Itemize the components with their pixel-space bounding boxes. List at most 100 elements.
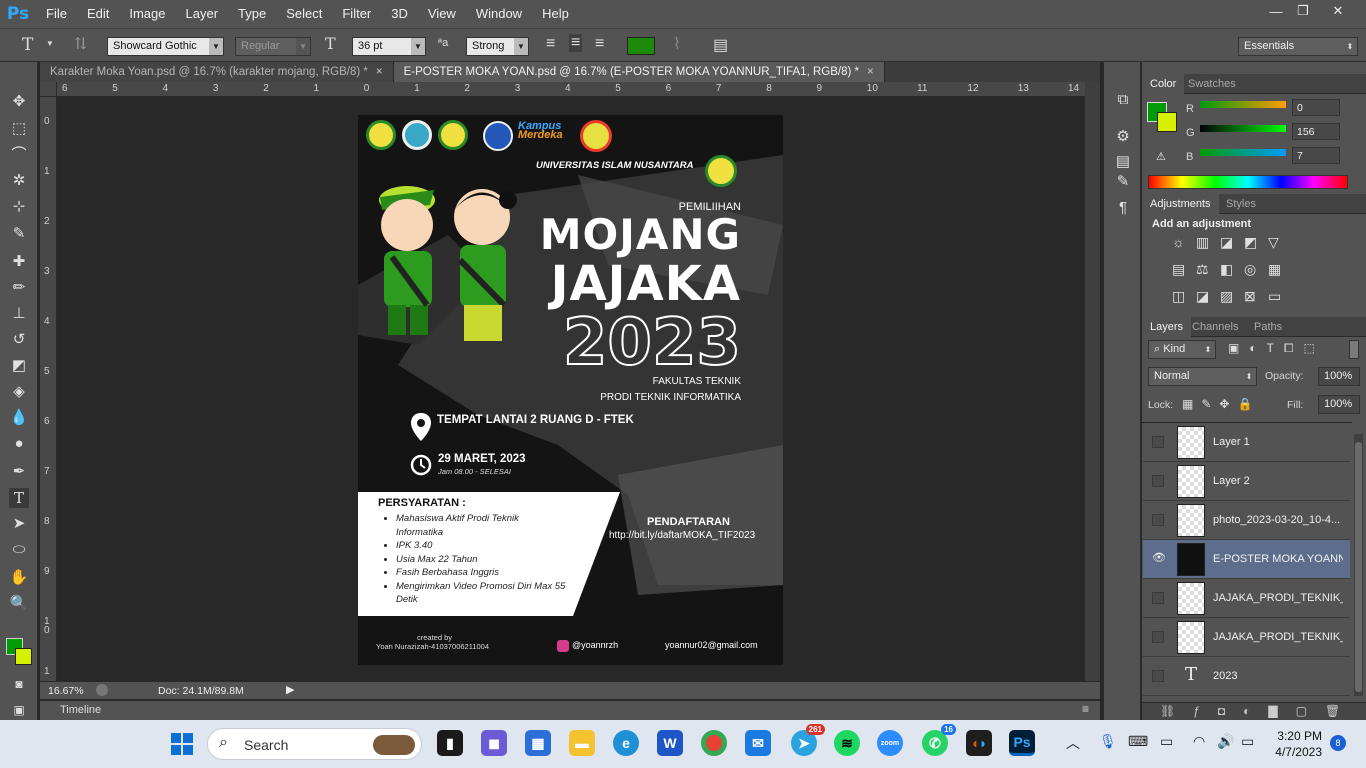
hand-tool-icon[interactable]: ✋ — [9, 568, 29, 588]
mail-icon[interactable]: ✉ — [745, 730, 771, 756]
notification-count-badge[interactable]: 8 — [1330, 735, 1346, 751]
photoshop-taskbar-icon[interactable]: Ps — [1009, 730, 1035, 756]
warp-text-icon[interactable]: ⌇ — [673, 34, 681, 54]
history-brush-tool-icon[interactable]: ↺ — [9, 330, 29, 350]
eraser-tool-icon[interactable]: ◩ — [9, 356, 29, 376]
antialias-select[interactable]: Strong ▼ — [466, 37, 529, 56]
type-tool-icon[interactable]: T — [22, 35, 33, 55]
adjustment-icon[interactable]: ◩ — [1244, 234, 1257, 251]
character-panel-icon[interactable]: ▤ — [713, 35, 728, 55]
layer-row[interactable]: T 2023 — [1143, 657, 1350, 696]
align-right-icon[interactable]: ≡ — [595, 35, 604, 53]
layer-filter-icons[interactable]: ▣◐T⧠⬚ — [1228, 341, 1325, 356]
visibility-toggle[interactable] — [1152, 514, 1164, 526]
b-value[interactable]: 7 — [1292, 147, 1340, 164]
menu-3d[interactable]: 3D — [381, 0, 418, 28]
fill-input[interactable]: 100% — [1318, 395, 1360, 414]
history-panel-icon[interactable]: ⧉ — [1113, 90, 1133, 110]
screen-mode-icon[interactable]: ▣ — [9, 700, 29, 720]
adjustment-icon[interactable]: ◪ — [1220, 234, 1233, 251]
tab-adjustments[interactable]: Adjustments — [1142, 194, 1219, 214]
microphone-icon[interactable]: 🎙 — [1099, 733, 1117, 750]
microsoft-store-icon[interactable]: ▦ — [525, 730, 551, 756]
adjustment-icon[interactable]: ▥ — [1196, 234, 1209, 251]
menu-image[interactable]: Image — [119, 0, 175, 28]
adjustment-icon[interactable]: ▤ — [1172, 261, 1185, 278]
workspace-select[interactable]: Essentials ⬍ — [1238, 37, 1358, 56]
tab-paths[interactable]: Paths — [1246, 317, 1290, 337]
move-tool-icon[interactable]: ✥ — [9, 92, 29, 112]
text-orientation-icon[interactable]: ⇅ — [74, 34, 87, 53]
tool-preset-arrow-icon[interactable]: ▼ — [46, 39, 54, 48]
menu-file[interactable]: File — [36, 0, 77, 28]
adjustment-icon[interactable]: ▽ — [1268, 234, 1279, 251]
layer-filter-select[interactable]: ⌕ Kind ⬍ — [1148, 340, 1216, 359]
battery-icon[interactable]: ▭ — [1241, 733, 1254, 750]
zoom-tool-icon[interactable]: 🔍 — [9, 594, 29, 614]
tab-swatches[interactable]: Swatches — [1180, 74, 1244, 94]
status-menu-arrow-icon[interactable]: ▶ — [286, 683, 294, 696]
layer-row[interactable]: 👁 E-POSTER MOKA YOANN... — [1143, 540, 1350, 579]
eyedropper-tool-icon[interactable]: ✎ — [9, 224, 29, 244]
visibility-toggle[interactable] — [1152, 592, 1164, 604]
menu-view[interactable]: View — [418, 0, 466, 28]
marquee-tool-icon[interactable]: ⬚ — [9, 119, 29, 139]
tab-karakter-moka[interactable]: Karakter Moka Yoan.psd @ 16.7% (karakter… — [40, 62, 394, 82]
timeline-label[interactable]: Timeline — [60, 704, 101, 716]
close-tab-icon[interactable]: × — [867, 66, 874, 78]
close-tab-icon[interactable]: × — [376, 66, 383, 78]
layer-row[interactable]: Layer 1 — [1143, 423, 1350, 462]
gamut-warning-icon[interactable]: ⚠ — [1156, 150, 1166, 163]
tab-styles[interactable]: Styles — [1218, 194, 1264, 214]
layer-row[interactable]: JAJAKA_PRODI_TEKNIK_... — [1143, 618, 1350, 657]
spotify-icon[interactable]: ≋ — [834, 730, 860, 756]
font-family-select[interactable]: Showcard Gothic ▼ — [107, 37, 224, 56]
volume-icon[interactable]: 🔊 — [1217, 733, 1234, 750]
clock-time[interactable]: 3:20 PM — [1272, 729, 1322, 743]
menu-select[interactable]: Select — [276, 0, 332, 28]
crop-tool-icon[interactable]: ⊹ — [9, 197, 29, 217]
path-selection-tool-icon[interactable]: ➤ — [9, 514, 29, 534]
g-slider[interactable] — [1200, 125, 1286, 132]
adjustment-icon[interactable]: ⚖ — [1196, 261, 1209, 278]
r-value[interactable]: 0 — [1292, 99, 1340, 116]
character-panel-strip-icon[interactable]: ▤ — [1113, 152, 1133, 172]
paint-bucket-tool-icon[interactable]: ◈ — [9, 382, 29, 402]
wifi-icon[interactable]: ◠ — [1193, 733, 1205, 750]
display-icon[interactable]: ▭ — [1160, 733, 1173, 750]
font-size-select[interactable]: 36 pt ▼ — [352, 37, 426, 56]
poster-canvas[interactable]: Kampus Merdeka UNIVERSITAS ISLAM NUSANTAR… — [358, 115, 783, 665]
adjustment-icon[interactable]: ⊠ — [1244, 288, 1256, 305]
zoom-app-icon[interactable]: zoom — [877, 730, 903, 756]
visibility-toggle[interactable] — [1152, 475, 1164, 487]
align-left-icon[interactable]: ≡ — [546, 35, 555, 53]
tray-overflow-icon[interactable]: ︿ — [1066, 733, 1080, 753]
layer-row[interactable]: JAJAKA_PRODI_TEKNIK_... — [1143, 579, 1350, 618]
taskbar-search-box[interactable]: ⌕ Search — [207, 728, 422, 760]
color-spectrum-bar[interactable] — [1148, 175, 1348, 189]
edge-browser-icon[interactable]: e — [613, 730, 639, 756]
clone-stamp-tool-icon[interactable]: ⊥ — [9, 304, 29, 324]
blur-tool-icon[interactable]: 💧 — [9, 408, 29, 428]
eye-icon[interactable]: 👁 — [1152, 551, 1166, 564]
adjustment-icon[interactable]: ▨ — [1220, 288, 1233, 305]
r-slider[interactable] — [1200, 101, 1286, 108]
horizontal-ruler[interactable]: 6 5 4 3 2 1 0 1 2 3 4 5 6 7 8 9 10 11 12 13 14 — [57, 82, 1085, 97]
adjustment-icon[interactable]: ◫ — [1172, 288, 1185, 305]
menu-help[interactable]: Help — [532, 0, 579, 28]
b-slider[interactable] — [1200, 149, 1286, 156]
layers-footer-buttons[interactable]: ⛓ƒ◘◐▇▢🗑 — [1142, 702, 1366, 720]
tab-channels[interactable]: Channels — [1184, 317, 1246, 337]
keyboard-icon[interactable]: ⌨ — [1128, 733, 1148, 750]
quick-mask-icon[interactable]: ◙ — [9, 674, 29, 694]
visibility-toggle[interactable] — [1152, 436, 1164, 448]
blend-mode-select[interactable]: Normal ⬍ — [1148, 367, 1257, 386]
paragraph-panel-icon[interactable]: ¶ — [1113, 198, 1133, 218]
font-style-select[interactable]: Regular ▼ — [235, 37, 311, 56]
restore-button[interactable]: ❐ — [1285, 0, 1321, 22]
figma-icon[interactable]: ◖ ◗ — [966, 730, 992, 756]
adjustment-icon[interactable]: ▦ — [1268, 261, 1281, 278]
text-color-swatch[interactable] — [627, 37, 655, 55]
type-tool-button-icon[interactable]: T — [9, 488, 29, 508]
teams-chat-icon[interactable]: ◼ — [481, 730, 507, 756]
